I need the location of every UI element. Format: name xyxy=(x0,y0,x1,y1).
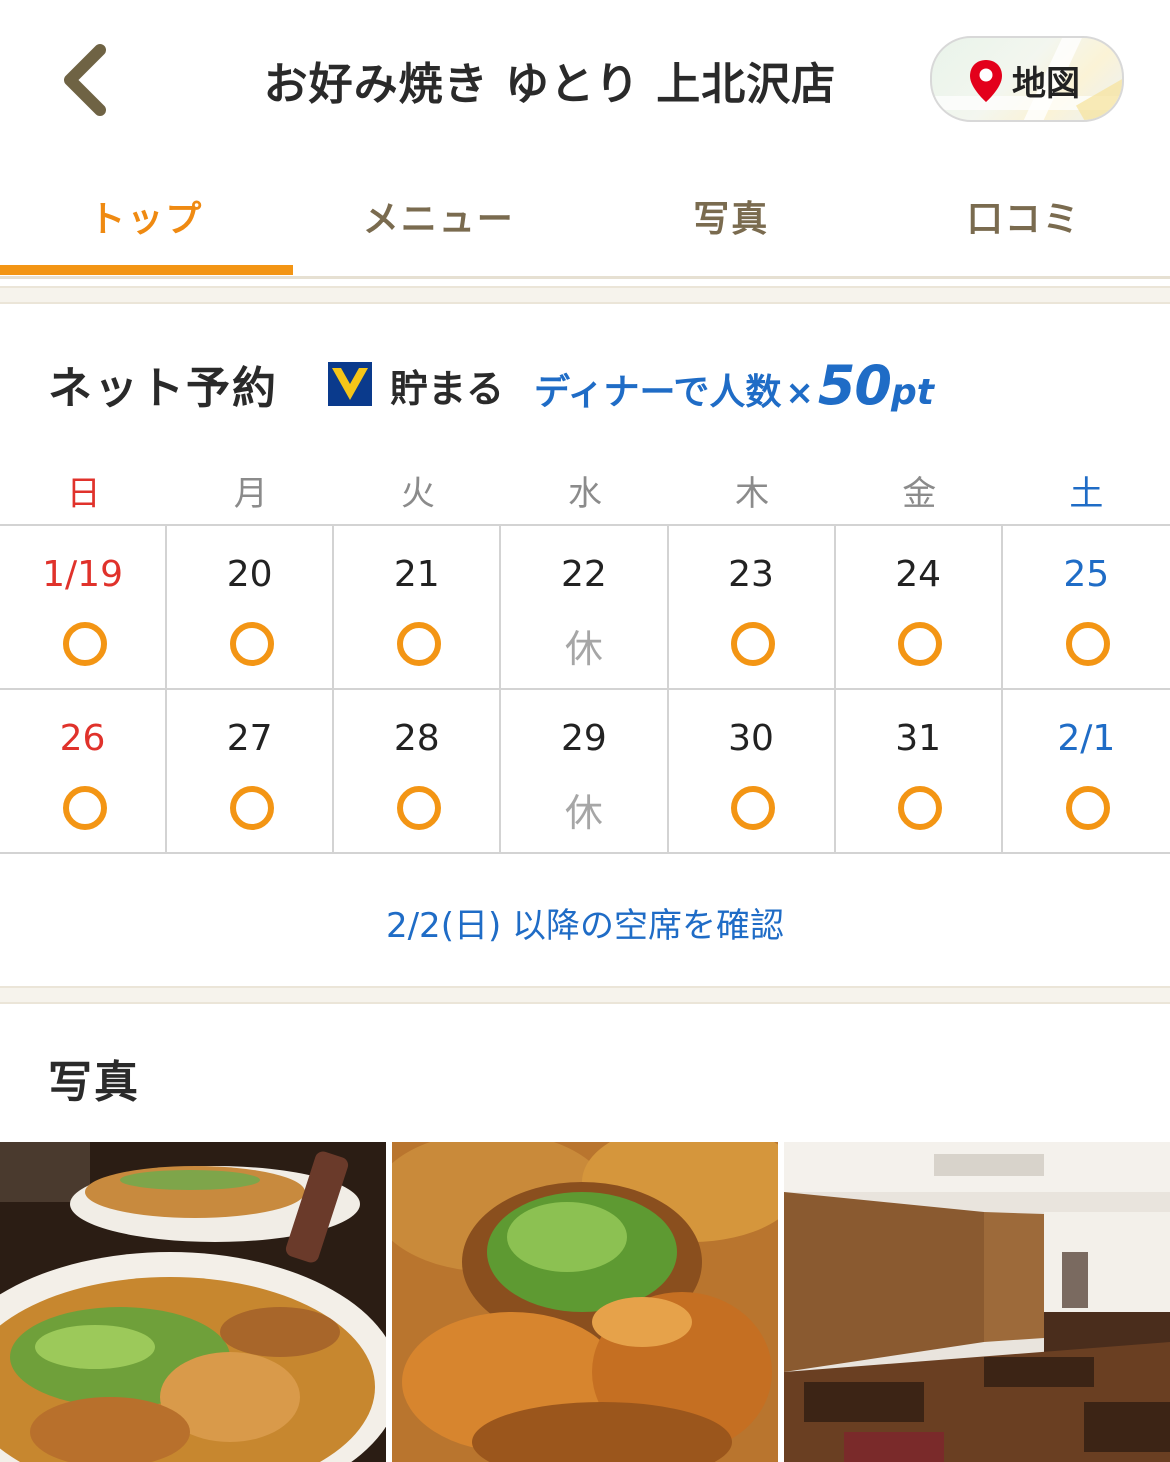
available-icon xyxy=(62,786,107,830)
weekday-label: 火 xyxy=(400,474,435,514)
promo-points: 50 xyxy=(817,354,892,417)
calendar-week: 26 27 28 29 休 30 31 2/1 xyxy=(0,690,1170,854)
photo-thumbnail[interactable] xyxy=(392,1142,778,1462)
weekday-label: 月 xyxy=(233,474,268,514)
day-date: 22 xyxy=(561,554,607,595)
day-date: 27 xyxy=(226,718,273,759)
promo-text: ディナーで人数 xyxy=(534,372,782,413)
tab-bar: トップ メニュー 写真 口コミ xyxy=(0,160,1170,278)
day-date: 25 xyxy=(1063,554,1110,595)
calendar-week: 1/19 20 21 22 休 23 24 25 xyxy=(0,526,1170,690)
weekday-label: 日 xyxy=(66,474,101,514)
available-icon xyxy=(1066,622,1111,666)
day-date: 30 xyxy=(728,718,774,759)
back-button[interactable] xyxy=(52,38,122,122)
available-icon xyxy=(898,622,943,666)
calendar-day[interactable]: 20 xyxy=(167,526,335,688)
map-pin-icon xyxy=(970,60,1002,102)
weekday-label: 水 xyxy=(567,474,602,514)
closed-label: 休 xyxy=(564,791,603,835)
calendar-day: 29 休 xyxy=(501,690,669,852)
day-date: 28 xyxy=(393,718,440,759)
calendar-day[interactable]: 30 xyxy=(669,690,836,852)
restaurant-interior-photo xyxy=(784,1142,1170,1462)
photo-thumbnail[interactable] xyxy=(0,1142,386,1462)
page-title: お好み焼き ゆとり 上北沢店 xyxy=(263,59,837,110)
day-date: 1/19 xyxy=(42,554,123,595)
photos-section-title: 写真 xyxy=(48,1057,140,1108)
map-button[interactable]: 地図 xyxy=(930,36,1124,122)
promo-multiplier: × xyxy=(785,373,814,413)
available-icon xyxy=(62,622,107,666)
day-date: 21 xyxy=(393,554,440,595)
photo-thumbnail[interactable] xyxy=(784,1142,1170,1462)
available-icon xyxy=(731,786,776,830)
okonomiyaki-closeup-photo xyxy=(392,1142,778,1462)
available-icon xyxy=(731,622,776,666)
calendar-day[interactable]: 23 xyxy=(669,526,836,688)
closed-label: 休 xyxy=(564,627,603,671)
points-earn-label: 貯まる xyxy=(390,367,505,411)
reservation-calendar: 1/19 20 21 22 休 23 24 25 26 27 28 29 休 30 … xyxy=(0,524,1170,854)
calendar-day: 22 休 xyxy=(501,526,669,688)
day-date: 26 xyxy=(59,718,106,759)
calendar-day[interactable]: 2/1 xyxy=(1003,690,1170,852)
tab-top[interactable]: トップ xyxy=(0,160,293,278)
weekday-label: 木 xyxy=(735,474,770,514)
app-header: お好み焼き ゆとり 上北沢店 地図 xyxy=(0,0,1170,160)
calendar-day[interactable]: 25 xyxy=(1003,526,1170,688)
more-availability-link[interactable]: 2/2(日) 以降の空席を確認 xyxy=(0,898,1170,947)
tab-photos[interactable]: 写真 xyxy=(585,160,878,278)
t-point-logo-icon xyxy=(328,362,372,406)
map-button-label: 地図 xyxy=(1012,64,1080,104)
available-icon xyxy=(898,786,943,830)
day-date: 29 xyxy=(561,718,607,759)
day-date: 31 xyxy=(895,718,942,759)
calendar-day[interactable]: 28 xyxy=(334,690,502,852)
okonomiyaki-photo xyxy=(0,1142,386,1462)
day-date: 20 xyxy=(226,554,273,595)
available-icon xyxy=(396,622,441,666)
available-icon xyxy=(229,622,274,666)
tab-reviews[interactable]: 口コミ xyxy=(878,160,1170,278)
tab-menu[interactable]: メニュー xyxy=(293,160,586,278)
day-date: 2/1 xyxy=(1057,718,1116,759)
day-date: 23 xyxy=(728,554,774,595)
weekday-header: 日 月 火 水 木 金 土 xyxy=(0,466,1170,515)
available-icon xyxy=(1066,786,1111,830)
weekday-label: 土 xyxy=(1069,474,1104,514)
tab-divider xyxy=(0,276,1170,279)
available-icon xyxy=(229,786,274,830)
day-date: 24 xyxy=(895,554,942,595)
calendar-day[interactable]: 26 xyxy=(0,690,168,852)
promo-unit: pt xyxy=(890,372,934,413)
chevron-left-icon xyxy=(64,44,106,116)
calendar-day[interactable]: 31 xyxy=(836,690,1003,852)
calendar-day[interactable]: 1/19 xyxy=(0,526,168,688)
active-tab-indicator xyxy=(0,265,293,275)
reservation-title: ネット予約 xyxy=(48,363,278,414)
weekday-label: 金 xyxy=(902,474,937,514)
section-divider xyxy=(0,986,1170,1004)
calendar-day[interactable]: 24 xyxy=(836,526,1003,688)
available-icon xyxy=(396,786,441,830)
section-divider xyxy=(0,286,1170,304)
calendar-day[interactable]: 21 xyxy=(334,526,502,688)
calendar-day[interactable]: 27 xyxy=(167,690,335,852)
points-promo: ディナーで人数 ×50pt xyxy=(534,354,934,417)
